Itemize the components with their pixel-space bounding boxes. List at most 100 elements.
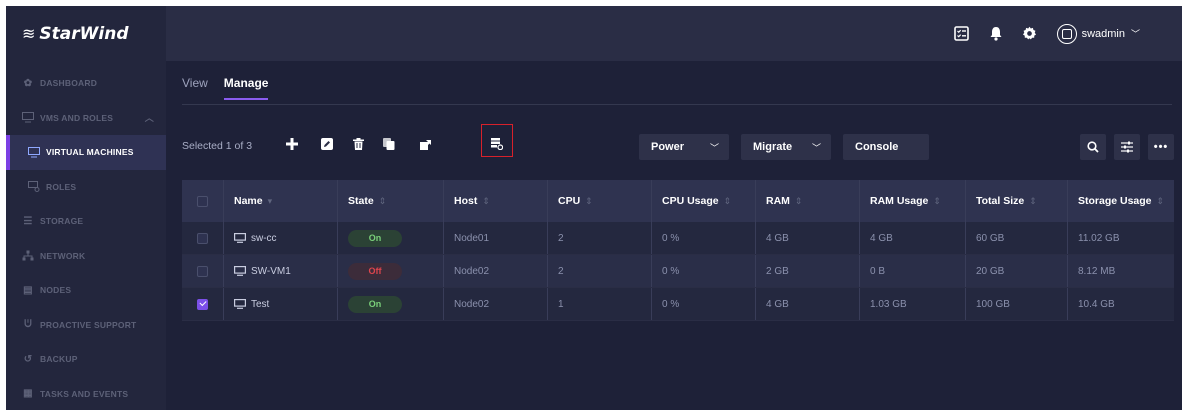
column-label: Storage Usage <box>1078 195 1152 207</box>
column-header-host[interactable]: Host ⇕ <box>444 180 548 222</box>
sidebar-item-backup[interactable]: ↺ BACKUP <box>6 342 166 377</box>
username: swadmin <box>1081 27 1125 40</box>
nodes-icon: ▤ <box>23 284 33 296</box>
gear-icon[interactable] <box>1019 23 1041 45</box>
state-cell: On <box>338 222 444 254</box>
sidebar-item-label: VMS AND ROLES <box>40 112 114 123</box>
sort-icon: ⇕ <box>378 195 387 206</box>
sidebar-item-label: BACKUP <box>40 354 78 365</box>
sidebar-item-label: VIRTUAL MACHINES <box>46 147 134 158</box>
monitor-icon <box>234 266 246 276</box>
sidebar-item-roles[interactable]: ROLES <box>6 170 166 205</box>
sidebar-item-vms-and-roles[interactable]: VMS AND ROLES ︿ <box>6 101 166 136</box>
status-badge: On <box>348 229 402 247</box>
bell-icon[interactable] <box>985 23 1007 45</box>
sort-icon: ⇕ <box>482 195 490 206</box>
sidebar-item-tasks-and-events[interactable]: ▦ TASKS AND EVENTS <box>6 377 166 410</box>
status-badge: On <box>348 295 402 313</box>
console-button[interactable]: Console <box>843 134 929 160</box>
brand-logo[interactable]: ≋ StarWind <box>6 6 166 61</box>
cpu-usage-cell: 0 % <box>652 255 756 287</box>
ram-usage-cell: 1.03 GB <box>860 288 966 320</box>
table-row[interactable]: sw-cc On Node01 2 0 % 4 GB 4 GB 60 GB 11… <box>182 222 1174 255</box>
top-bar: swadmin ﹀ <box>166 6 1182 61</box>
state-cell: On <box>338 288 444 320</box>
column-header-state[interactable]: State ⇕ <box>338 180 444 222</box>
storage-settings-icon <box>491 138 503 150</box>
delete-vm-button[interactable] <box>347 133 369 155</box>
sidebar: ≋ StarWind ✿ DASHBOARD VMS AND ROLES ︿ V… <box>6 6 166 410</box>
copy-icon <box>383 138 395 150</box>
total-size-cell: 60 GB <box>966 222 1068 254</box>
column-header-name[interactable]: Name ▾ <box>224 180 338 222</box>
app-window: ≋ StarWind ✿ DASHBOARD VMS AND ROLES ︿ V… <box>6 6 1182 410</box>
sidebar-item-network[interactable]: NETWORK <box>6 239 166 274</box>
task-list-icon[interactable] <box>951 23 973 45</box>
column-label: CPU Usage <box>662 195 719 207</box>
sidebar-item-virtual-machines[interactable]: VIRTUAL MACHINES <box>6 135 166 170</box>
column-header-ram[interactable]: RAM ⇕ <box>756 180 860 222</box>
sidebar-item-label: DASHBOARD <box>40 78 98 89</box>
search-button[interactable] <box>1080 134 1106 160</box>
sidebar-item-nodes[interactable]: ▤ NODES <box>6 273 166 308</box>
column-header-total-size[interactable]: Total Size ⇕ <box>966 180 1068 222</box>
sort-icon: ⇕ <box>933 195 941 206</box>
vm-table: Name ▾ State ⇕ Host ⇕ CPU ⇕ CPU Usage ⇕ RAM ⇕ … <box>182 180 1174 321</box>
column-header-ram-usage[interactable]: RAM Usage ⇕ <box>860 180 966 222</box>
row-checkbox-checked[interactable] <box>197 298 208 310</box>
add-vm-button[interactable] <box>281 133 303 155</box>
tab-view[interactable]: View <box>182 76 208 100</box>
storage-usage-cell: 8.12 MB <box>1078 265 1116 277</box>
more-options-button[interactable]: ••• <box>1148 134 1174 160</box>
column-header-cpu[interactable]: CPU ⇕ <box>548 180 652 222</box>
total-size-cell: 100 GB <box>966 288 1068 320</box>
storage-settings-button[interactable] <box>486 133 508 155</box>
sidebar-item-label: NODES <box>40 285 72 296</box>
ram-cell: 4 GB <box>756 288 860 320</box>
clone-vm-button[interactable] <box>378 133 400 155</box>
row-checkbox[interactable] <box>197 265 208 277</box>
host-cell: Node01 <box>444 222 548 254</box>
power-dropdown[interactable]: Power ﹀ <box>639 134 729 160</box>
cpu-usage-cell: 0 % <box>652 288 756 320</box>
column-header-cpu-usage[interactable]: CPU Usage ⇕ <box>652 180 756 222</box>
vm-name: Test <box>251 298 270 310</box>
storage-icon: ☰ <box>23 215 33 227</box>
select-all-checkbox[interactable] <box>197 195 208 207</box>
table-row[interactable]: SW-VM1 Off Node02 2 0 % 2 GB 0 B 20 GB 8… <box>182 255 1174 288</box>
sort-icon: ⇕ <box>1156 195 1165 206</box>
sidebar-item-storage[interactable]: ☰ STORAGE <box>6 204 166 239</box>
avatar <box>1056 23 1077 44</box>
migrate-dropdown[interactable]: Migrate ﹀ <box>741 134 831 160</box>
ellipsis-icon: ••• <box>1153 141 1169 153</box>
state-cell: Off <box>338 255 444 287</box>
table-row[interactable]: Test On Node02 1 0 % 4 GB 1.03 GB 100 GB… <box>182 288 1174 321</box>
sidebar-item-label: PROACTIVE SUPPORT <box>40 319 137 330</box>
filter-button[interactable] <box>1114 134 1140 160</box>
support-icon: ᕫ <box>24 319 32 331</box>
edit-vm-button[interactable] <box>316 133 338 155</box>
storage-usage-cell: 10.4 GB <box>1078 298 1115 310</box>
vm-name: SW-VM1 <box>251 265 291 277</box>
tab-manage[interactable]: Manage <box>223 76 269 100</box>
column-header-storage-usage[interactable]: Storage Usage ⇕ <box>1068 180 1174 222</box>
cpu-cell: 1 <box>548 288 652 320</box>
monitor-icon <box>234 299 246 309</box>
dashboard-icon: ✿ <box>23 77 33 89</box>
vm-name-cell: Test <box>224 288 338 320</box>
row-checkbox[interactable] <box>197 232 208 244</box>
sidebar-item-dashboard[interactable]: ✿ DASHBOARD <box>6 66 166 101</box>
vm-name-cell: SW-VM1 <box>224 255 338 287</box>
user-menu[interactable]: swadmin ﹀ <box>1056 23 1140 44</box>
export-icon <box>420 140 431 150</box>
sidebar-item-proactive-support[interactable]: ᕫ PROACTIVE SUPPORT <box>6 308 166 343</box>
chevron-down-icon: ﹀ <box>1130 29 1140 39</box>
view-tabs: View Manage <box>182 76 284 100</box>
monitor-icon <box>28 146 40 158</box>
selection-count: Selected 1 of 3 <box>182 140 253 152</box>
export-vm-button[interactable] <box>415 133 437 155</box>
chevron-up-icon: ︿ <box>144 113 154 124</box>
plus-icon <box>286 138 298 150</box>
status-badge: Off <box>348 262 402 280</box>
column-label: Host <box>454 195 478 207</box>
